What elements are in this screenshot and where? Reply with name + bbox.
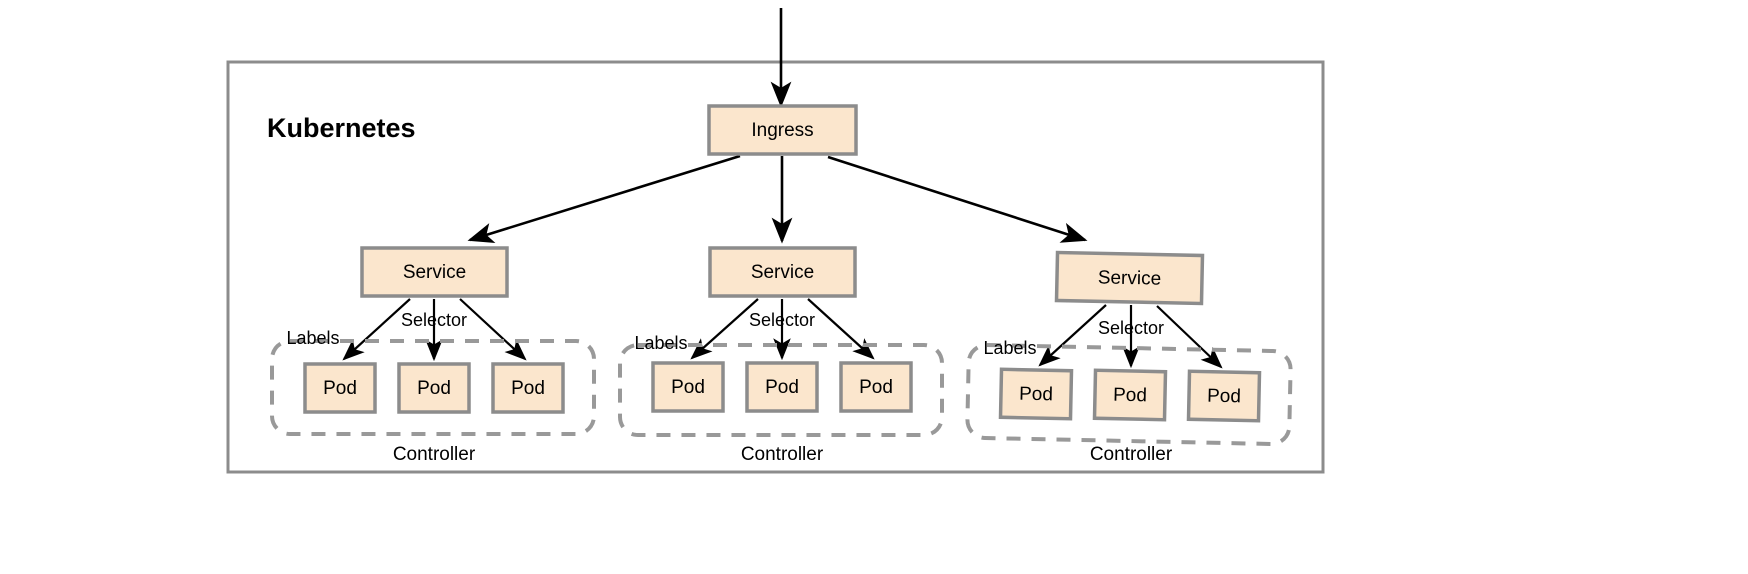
ingress-to-service-arrow-3 bbox=[827, 155, 1088, 243]
selector-label-1: Selector bbox=[401, 310, 467, 330]
labels-label-2: Labels bbox=[634, 333, 687, 353]
kubernetes-architecture-diagram: Kubernetes Ingress Service Service Service… bbox=[226, 8, 1325, 474]
ingress-label: Ingress bbox=[751, 120, 813, 141]
ingress-to-service-arrows bbox=[467, 154, 1088, 244]
pod-label: Pod bbox=[765, 377, 799, 398]
controller-label-2: Controller bbox=[741, 444, 824, 465]
labels-label-1: Labels bbox=[286, 328, 339, 348]
pod-label: Pod bbox=[417, 378, 451, 399]
pod-node-3-3[interactable]: Pod bbox=[1186, 369, 1262, 423]
service-label: Service bbox=[751, 262, 814, 283]
pod-node-1-2[interactable]: Pod bbox=[397, 362, 471, 414]
page-title: Kubernetes bbox=[267, 113, 416, 143]
selector-arrow-9 bbox=[1156, 305, 1223, 369]
pod-nodes: Pod Pod Pod Pod Pod Pod Pod Pod Pod bbox=[303, 361, 1262, 423]
pod-node-1-3[interactable]: Pod bbox=[491, 362, 565, 414]
controller-label-1: Controller bbox=[393, 444, 476, 465]
ingress-node[interactable]: Ingress bbox=[707, 104, 858, 156]
pod-label: Pod bbox=[1113, 385, 1147, 407]
pod-label: Pod bbox=[859, 377, 893, 398]
pod-label: Pod bbox=[1019, 384, 1053, 406]
pod-label: Pod bbox=[671, 377, 705, 398]
ingress-to-service-arrow-1 bbox=[467, 154, 741, 243]
service-label: Service bbox=[1098, 267, 1162, 289]
pod-node-1-1[interactable]: Pod bbox=[303, 362, 377, 414]
pod-node-2-3[interactable]: Pod bbox=[839, 361, 913, 413]
controller-label-3: Controller bbox=[1090, 444, 1173, 465]
service-nodes: Service Service Service bbox=[360, 246, 1205, 306]
selector-arrow-6 bbox=[807, 298, 875, 360]
pod-node-2-1[interactable]: Pod bbox=[651, 361, 725, 413]
labels-label-3: Labels bbox=[983, 338, 1036, 358]
pod-node-3-1[interactable]: Pod bbox=[998, 367, 1074, 421]
service-node-3[interactable]: Service bbox=[1054, 250, 1205, 306]
selector-label-2: Selector bbox=[749, 310, 815, 330]
diagram-canvas: Kubernetes Ingress Service Service Service… bbox=[0, 0, 1748, 574]
selector-label-3: Selector bbox=[1098, 318, 1164, 338]
pod-label: Pod bbox=[511, 378, 545, 399]
pod-node-3-2[interactable]: Pod bbox=[1092, 368, 1168, 422]
pod-label: Pod bbox=[1207, 386, 1241, 408]
pod-label: Pod bbox=[323, 378, 357, 399]
service-label: Service bbox=[403, 262, 466, 283]
service-node-2[interactable]: Service bbox=[708, 246, 857, 298]
pod-node-2-2[interactable]: Pod bbox=[745, 361, 819, 413]
selector-arrow-3 bbox=[459, 298, 527, 361]
selector-arrow-7 bbox=[1038, 304, 1107, 367]
service-node-1[interactable]: Service bbox=[360, 246, 509, 298]
